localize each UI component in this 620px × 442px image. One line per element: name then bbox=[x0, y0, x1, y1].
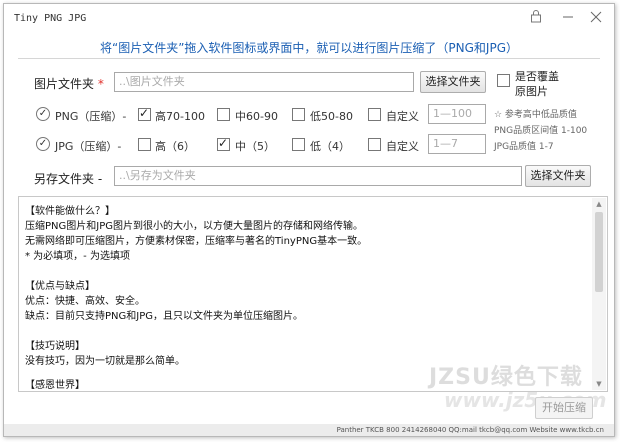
lock-icon[interactable] bbox=[524, 9, 548, 29]
jpg-medium-checkbox[interactable] bbox=[217, 136, 230, 151]
close-icon[interactable] bbox=[584, 9, 608, 29]
window-title: Tiny PNG JPG bbox=[14, 13, 87, 24]
jpg-label: JPG（压缩）- bbox=[55, 140, 122, 153]
title-bar: Tiny PNG JPG bbox=[4, 4, 614, 34]
overwrite-checkbox[interactable] bbox=[497, 74, 510, 87]
png-label: PNG（压缩）- bbox=[55, 110, 127, 123]
jpg-custom-checkbox[interactable] bbox=[368, 138, 381, 151]
reference-note-2: PNG品质区间值 1-100 bbox=[494, 126, 588, 136]
save-folder-input[interactable]: ..\另存为文件夹 bbox=[114, 166, 522, 186]
image-folder-label: 图片文件夹 * bbox=[34, 75, 104, 92]
jpg-low-checkbox[interactable] bbox=[292, 138, 305, 151]
scroll-up-icon[interactable]: ▲ bbox=[592, 198, 606, 210]
vertical-scrollbar[interactable]: ▲ ▼ bbox=[592, 198, 606, 390]
image-folder-input[interactable]: ..\图片文件夹 bbox=[114, 72, 414, 92]
png-custom-checkbox[interactable] bbox=[368, 108, 381, 121]
save-folder-label: 另存文件夹 - bbox=[34, 172, 103, 186]
jpg-low-label: 低（4） bbox=[310, 140, 350, 153]
jpg-enabled-icon[interactable]: ✓ bbox=[36, 137, 50, 151]
info-line: 优点：快捷、高效、安全。 bbox=[25, 296, 145, 307]
info-line: 缺点：目前只支持PNG和JPG，且只以文件夹为单位压缩图片。 bbox=[25, 311, 303, 322]
info-line: 压缩PNG图片和JPG图片到很小的大小，以方便大量图片的存储和网络传输。 bbox=[25, 221, 363, 232]
jpg-custom-input[interactable]: 1—7 bbox=[428, 134, 486, 154]
reference-note-1: ☆ 参考高中低品质值 bbox=[494, 110, 577, 120]
reference-note-3: JPG品质值 1-7 bbox=[494, 142, 554, 152]
status-bar: Panther TKCB 800 2414268040 QQ:mail tkcb… bbox=[4, 424, 614, 436]
overwrite-label-2: 原图片 bbox=[515, 85, 548, 98]
png-low-label: 低50-80 bbox=[310, 110, 353, 123]
browse-save-folder-button[interactable]: 选择文件夹 bbox=[525, 165, 591, 187]
info-line: 【技巧说明】 bbox=[25, 341, 85, 352]
jpg-custom-label: 自定义 bbox=[386, 140, 419, 153]
info-line: 【优点与缺点】 bbox=[25, 281, 95, 292]
required-mark: * bbox=[97, 77, 104, 91]
instruction-banner: 将“图片文件夹”拖入软件图标或界面中，就可以进行图片压缩了（PNG和JPG） bbox=[99, 41, 519, 55]
browse-image-folder-button[interactable]: 选择文件夹 bbox=[420, 71, 486, 93]
status-text: Panther TKCB 800 2414268040 QQ:mail tkcb… bbox=[336, 426, 604, 434]
jpg-high-label: 高（6） bbox=[155, 140, 195, 153]
divider bbox=[18, 58, 600, 59]
png-high-checkbox[interactable] bbox=[138, 106, 151, 121]
info-line: 【软件能做什么？】 bbox=[25, 206, 115, 217]
minimize-icon[interactable] bbox=[556, 9, 580, 29]
info-line: 【感恩世界】 bbox=[25, 380, 85, 391]
png-low-checkbox[interactable] bbox=[292, 108, 305, 121]
jpg-high-checkbox[interactable] bbox=[138, 138, 151, 151]
start-compress-button[interactable]: 开始压缩 bbox=[535, 397, 593, 419]
jpg-medium-label: 中（5） bbox=[235, 140, 275, 153]
png-enabled-icon[interactable]: ✓ bbox=[36, 107, 50, 121]
png-custom-input[interactable]: 1—100 bbox=[428, 104, 486, 124]
watermark-logo: JZSU绿色下载 bbox=[429, 365, 583, 390]
png-high-label: 高70-100 bbox=[155, 110, 205, 123]
png-medium-label: 中60-90 bbox=[235, 110, 278, 123]
app-window: Tiny PNG JPG 将“图片文件夹”拖入软件图标或界面中，就可以进行图片压… bbox=[3, 3, 615, 437]
info-line: 无需网络即可压缩图片，方便素材保密，压缩率与著名的TinyPNG基本一致。 bbox=[25, 236, 368, 247]
info-line: * 为必填项，- 为选填项 bbox=[25, 251, 130, 262]
info-line: 没有技巧，因为一切就是那么简单。 bbox=[25, 356, 185, 367]
png-medium-checkbox[interactable] bbox=[217, 108, 230, 121]
scrollbar-thumb[interactable] bbox=[595, 212, 603, 292]
overwrite-label-1: 是否覆盖 bbox=[515, 70, 559, 83]
png-custom-label: 自定义 bbox=[386, 110, 419, 123]
image-folder-label-text: 图片文件夹 bbox=[34, 77, 95, 91]
